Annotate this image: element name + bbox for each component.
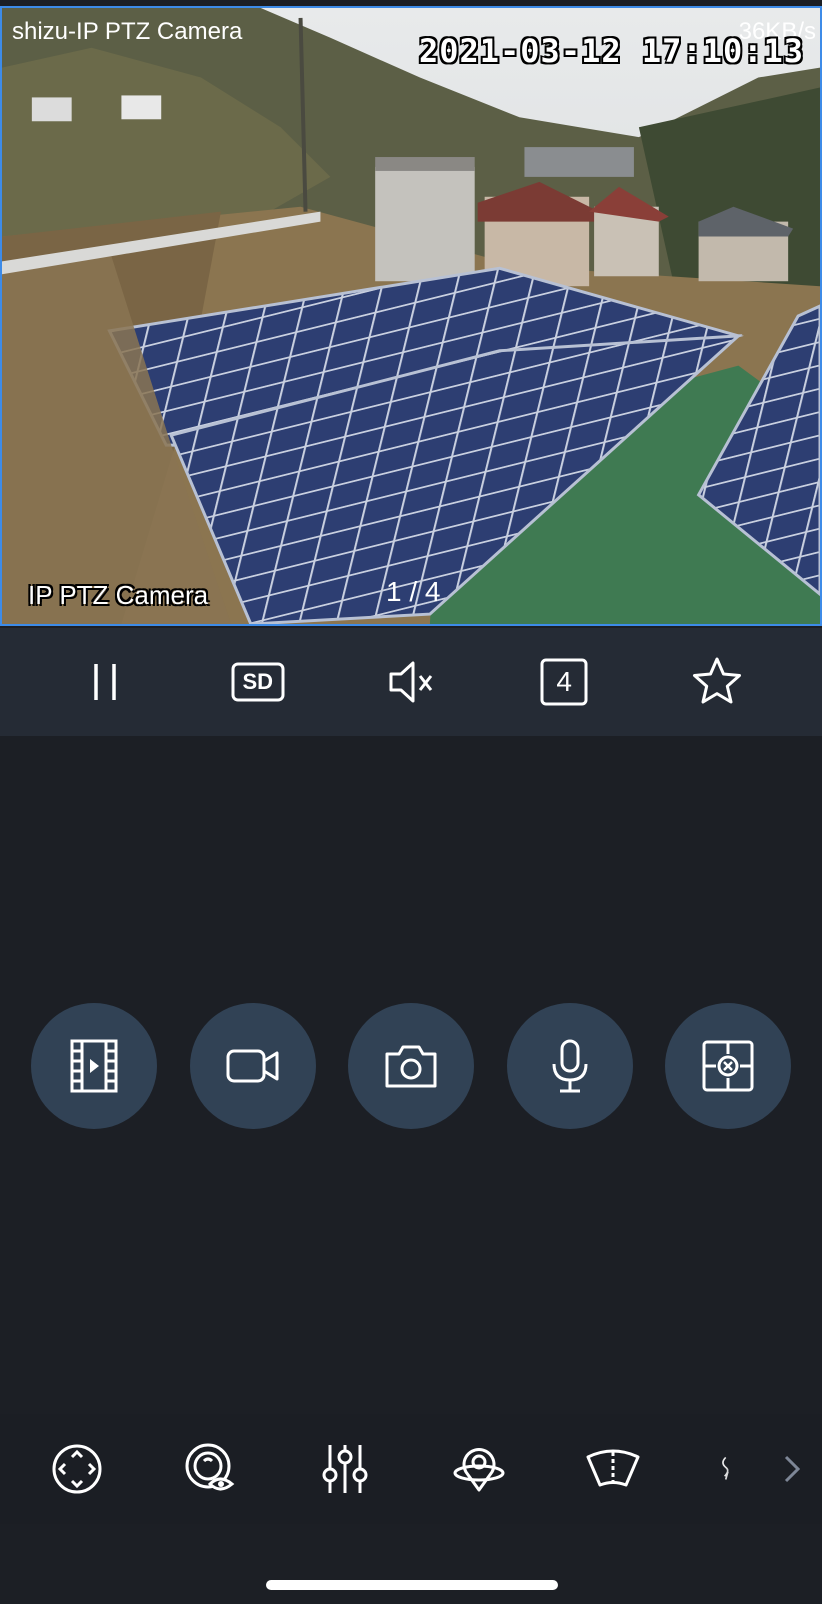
page-indicator: 1 / 4 <box>386 576 441 607</box>
ptz-direction-icon <box>52 1444 102 1494</box>
osd-timestamp: 2021-03-12 17:10:13 <box>418 32 804 70</box>
microphone-icon <box>552 1039 587 1093</box>
talk-button[interactable] <box>506 1003 633 1129</box>
adjust-button[interactable] <box>308 1414 442 1524</box>
speaker-muted-icon <box>389 661 433 703</box>
chevron-right-icon[interactable] <box>778 1449 804 1489</box>
preset-location-icon <box>453 1448 505 1492</box>
preset-button[interactable] <box>442 1414 576 1524</box>
snapshot-button[interactable] <box>348 1003 474 1129</box>
split-screen-button[interactable]: 4 <box>524 642 604 722</box>
record-button[interactable] <box>189 1003 316 1129</box>
osd-camera-name: IP PTZ Camera <box>28 580 209 610</box>
pause-button[interactable] <box>65 642 145 722</box>
quality-label: SD <box>242 669 274 694</box>
ptz-toolbar <box>0 1414 822 1524</box>
pause-icon <box>93 664 116 700</box>
action-buttons <box>0 1003 822 1129</box>
home-indicator <box>266 1580 558 1590</box>
record-video-icon <box>226 1049 278 1083</box>
ptz-direction-button[interactable] <box>40 1414 174 1524</box>
mute-button[interactable] <box>371 642 451 722</box>
star-icon <box>693 657 742 704</box>
close-target-icon <box>702 1040 754 1092</box>
camera-title: shizu-IP PTZ Camera <box>12 18 243 45</box>
adjust-sliders-icon <box>322 1445 368 1493</box>
toolbar-fade <box>720 1414 780 1524</box>
wide-angle-icon <box>586 1449 640 1487</box>
playback-button[interactable] <box>31 1003 157 1129</box>
camera-feed-image <box>2 8 820 624</box>
wide-angle-button[interactable] <box>576 1414 710 1524</box>
live-video-view[interactable]: shizu-IP PTZ Camera 36KB/s 2021-03-12 17… <box>0 6 822 626</box>
favorite-button[interactable] <box>677 642 757 722</box>
video-playback-icon <box>70 1039 118 1093</box>
playback-control-bar: SD 4 <box>0 628 822 736</box>
lens-view-icon <box>185 1443 235 1491</box>
split-count-label: 4 <box>556 666 572 697</box>
close-channel-button[interactable] <box>665 1003 791 1129</box>
camera-snapshot-icon <box>385 1045 437 1088</box>
quality-sd-button[interactable]: SD <box>218 642 298 722</box>
lens-view-button[interactable] <box>174 1414 308 1524</box>
